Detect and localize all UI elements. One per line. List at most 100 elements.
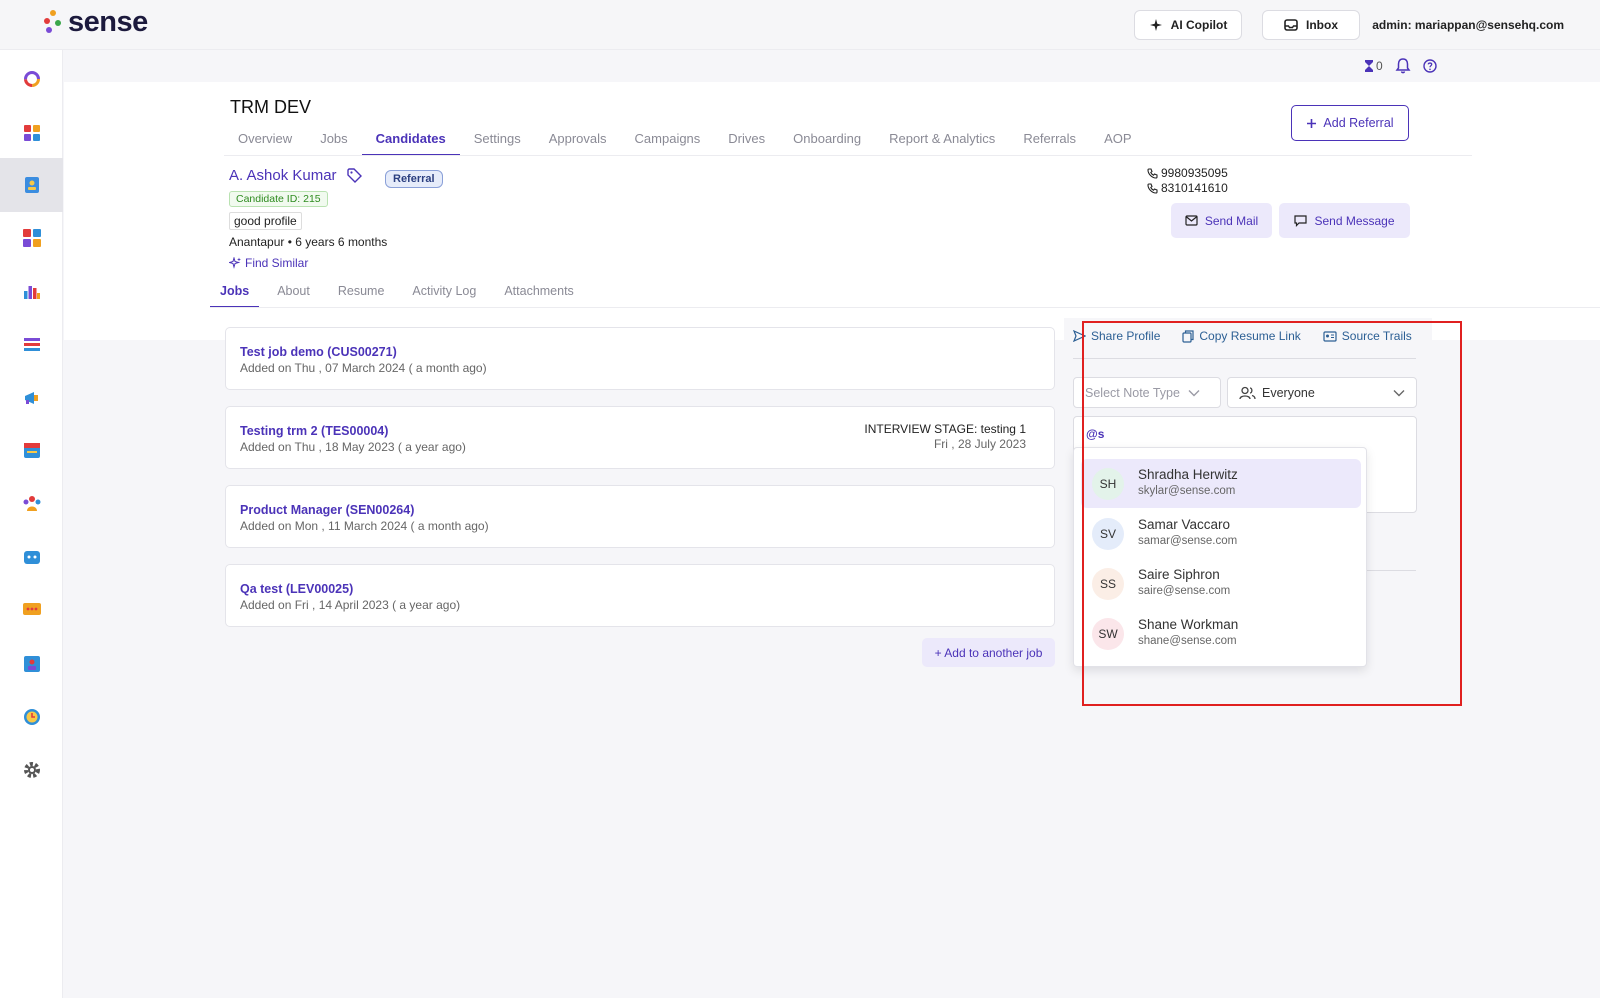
top-bar: sense AI Copilot Inbox admin: mariappan@… xyxy=(0,0,1600,50)
phone-numbers: 9980935095 8310141610 xyxy=(1147,166,1228,196)
project-title: TRM DEV xyxy=(230,97,311,117)
job-title[interactable]: Product Manager (SEN00264) xyxy=(240,503,414,517)
task-count: 0 xyxy=(1376,58,1383,73)
megaphone-icon xyxy=(24,392,38,404)
find-similar-link[interactable]: Find Similar xyxy=(229,256,308,270)
sidebar-item-settings[interactable] xyxy=(0,743,63,797)
tab-referrals[interactable]: Referrals xyxy=(1009,126,1090,156)
tab-candidates[interactable]: Candidates xyxy=(361,126,460,156)
chat-icon xyxy=(22,603,41,615)
job-card[interactable]: Test job demo (CUS00271) Added on Thu , … xyxy=(225,327,1055,390)
job-stage-name: INTERVIEW STAGE: testing 1 xyxy=(864,422,1026,436)
add-to-another-job-button[interactable]: + Add to another job xyxy=(922,638,1055,667)
send-message-label: Send Message xyxy=(1314,213,1395,228)
send-mail-button[interactable]: Send Mail xyxy=(1171,203,1272,238)
mail-icon xyxy=(1185,215,1198,226)
candidate-file-icon xyxy=(24,177,39,193)
tag-icon[interactable] xyxy=(346,168,363,183)
project-tabs: Overview Jobs Candidates Settings Approv… xyxy=(224,126,1146,156)
job-stage: INTERVIEW STAGE: testing 1 Fri , 28 July… xyxy=(864,422,1026,452)
job-added-date: Added on Fri , 14 April 2023 ( a year ag… xyxy=(240,598,461,612)
tab-campaigns[interactable]: Campaigns xyxy=(621,126,715,156)
sidebar-item-messages[interactable] xyxy=(0,583,63,637)
admin-account[interactable]: admin: mariappan@sensehq.com xyxy=(1372,18,1564,32)
phone-number: 8310141610 xyxy=(1161,181,1228,195)
sidebar-item-teams[interactable] xyxy=(0,476,63,530)
tab-resume[interactable]: Resume xyxy=(328,280,395,308)
sidebar-item-reports[interactable] xyxy=(0,264,63,318)
job-card[interactable]: Product Manager (SEN00264) Added on Mon … xyxy=(225,485,1055,548)
phone-icon xyxy=(1147,168,1158,179)
sidebar-item-calendar[interactable] xyxy=(0,423,63,477)
tab-drives[interactable]: Drives xyxy=(714,126,779,156)
ai-copilot-button[interactable]: AI Copilot xyxy=(1134,10,1242,40)
job-title[interactable]: Testing trm 2 (TES00004) xyxy=(240,424,388,438)
tab-approvals[interactable]: Approvals xyxy=(535,126,621,156)
tab-jobs[interactable]: Jobs xyxy=(306,126,361,156)
tab-report-analytics[interactable]: Report & Analytics xyxy=(875,126,1009,156)
inbox-button[interactable]: Inbox xyxy=(1262,10,1360,40)
dashboard-ring-icon xyxy=(23,71,40,87)
sidebar-item-scheduler[interactable] xyxy=(0,690,63,744)
sidebar-item-bots[interactable] xyxy=(0,530,63,584)
phone-number: 9980935095 xyxy=(1161,166,1228,180)
job-stage-date: Fri , 28 July 2023 xyxy=(933,437,1026,451)
send-message-button[interactable]: Send Message xyxy=(1279,203,1410,238)
candidate-tabs-divider xyxy=(210,307,1600,308)
sidebar-item-dashboard[interactable] xyxy=(0,52,63,106)
send-mail-label: Send Mail xyxy=(1204,213,1259,228)
tab-onboarding[interactable]: Onboarding xyxy=(779,126,875,156)
add-referral-label: Add Referral xyxy=(1323,116,1394,130)
message-icon xyxy=(1294,214,1308,227)
contact-card-icon xyxy=(23,656,40,672)
candidate-id-badge: Candidate ID: 215 xyxy=(229,191,328,207)
ai-copilot-label: AI Copilot xyxy=(1170,18,1228,32)
sparkle-icon xyxy=(1149,19,1162,31)
sidebar-item-campaigns[interactable] xyxy=(0,371,63,425)
apps-grid-icon xyxy=(23,125,40,141)
highlight-box xyxy=(1082,321,1462,706)
candidate-name[interactable]: A. Ashok Kumar xyxy=(229,167,337,184)
logo-mark-icon xyxy=(44,8,62,36)
sparkle-icon xyxy=(229,257,241,269)
find-similar-label: Find Similar xyxy=(245,256,309,270)
sidebar-item-apps[interactable] xyxy=(0,106,63,160)
tabs-divider xyxy=(224,155,1472,156)
task-counter[interactable]: 0 xyxy=(1364,59,1383,73)
phone-row[interactable]: 8310141610 xyxy=(1147,181,1228,196)
job-card[interactable]: Testing trm 2 (TES00004) Added on Thu , … xyxy=(225,406,1055,469)
tab-aop[interactable]: AOP xyxy=(1090,126,1145,156)
bot-icon xyxy=(23,551,40,564)
sidebar-item-candidates[interactable] xyxy=(0,158,63,212)
candidate-tabs: Jobs About Resume Activity Log Attachmen… xyxy=(210,280,592,308)
tab-jobs-candidate[interactable]: Jobs xyxy=(210,280,260,308)
puzzle-icon xyxy=(22,229,41,247)
gear-icon xyxy=(23,762,40,778)
job-title[interactable]: Test job demo (CUS00271) xyxy=(240,345,397,359)
add-referral-button[interactable]: Add Referral xyxy=(1291,105,1409,141)
brand-name: sense xyxy=(68,6,148,38)
sidebar-item-lists[interactable] xyxy=(0,318,63,372)
calendar-icon xyxy=(23,443,40,458)
tab-attachments[interactable]: Attachments xyxy=(494,280,583,308)
hourglass-icon xyxy=(1365,59,1373,72)
status-icons: 0 xyxy=(1364,57,1437,74)
sense-logo[interactable]: sense xyxy=(44,6,148,38)
help-icon[interactable] xyxy=(1422,58,1437,73)
tab-about[interactable]: About xyxy=(267,280,320,308)
tab-activity-log[interactable]: Activity Log xyxy=(402,280,486,308)
job-card[interactable]: Qa test (LEV00025) Added on Fri , 14 Apr… xyxy=(225,564,1055,627)
sidebar-item-contacts[interactable] xyxy=(0,637,63,691)
phone-icon xyxy=(1147,183,1158,194)
plus-icon xyxy=(1307,118,1317,128)
candidate-location-experience: Anantapur • 6 years 6 months xyxy=(229,235,388,249)
tab-settings[interactable]: Settings xyxy=(460,126,535,156)
phone-row[interactable]: 9980935095 xyxy=(1147,166,1228,181)
list-icon xyxy=(23,338,40,351)
inbox-icon xyxy=(1284,19,1298,31)
tab-overview[interactable]: Overview xyxy=(224,126,306,156)
sidebar-item-integrations[interactable] xyxy=(0,211,63,265)
job-title[interactable]: Qa test (LEV00025) xyxy=(240,582,353,596)
sidebar xyxy=(0,50,63,998)
bell-icon[interactable] xyxy=(1395,57,1411,74)
